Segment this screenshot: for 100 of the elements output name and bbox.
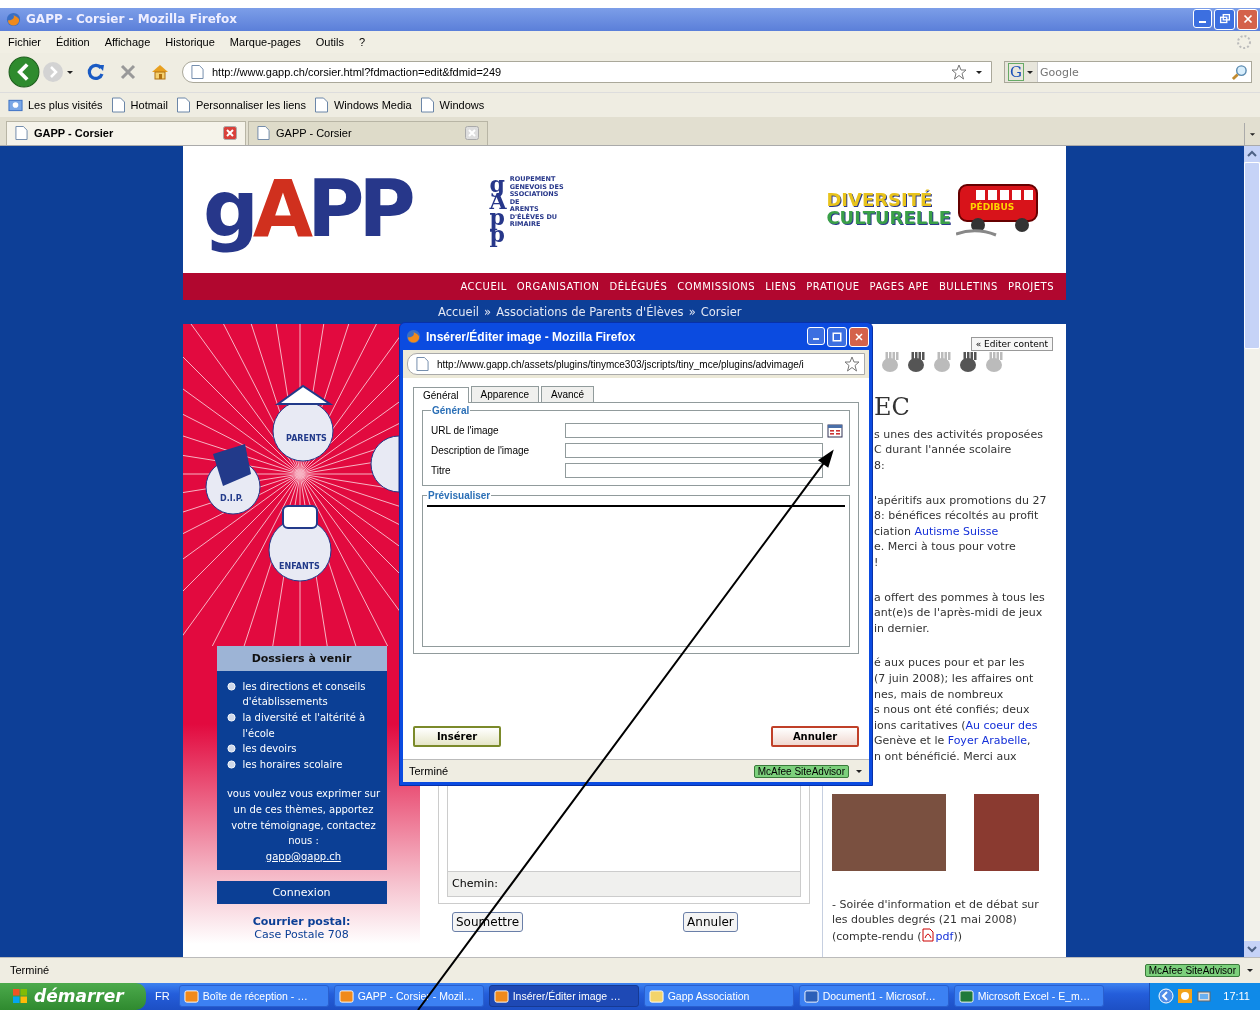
bookmark-link[interactable]: Windows Media xyxy=(333,98,412,111)
browser-tab[interactable]: GAPP - Corsier xyxy=(248,120,488,145)
article-link[interactable]: Autisme Suisse xyxy=(914,524,999,538)
menu-item[interactable]: Fichier xyxy=(8,35,41,48)
close-tab-icon[interactable] xyxy=(223,126,237,141)
search-engine-button[interactable]: G xyxy=(1008,63,1024,82)
taskbar-button[interactable]: Boîte de réception - … xyxy=(178,985,329,1008)
cancel-button[interactable]: Annuler xyxy=(771,726,859,747)
siteadvisor-badge[interactable]: McAfee SiteAdvisor xyxy=(753,764,849,778)
page-icon xyxy=(313,96,329,113)
input-field[interactable] xyxy=(565,423,823,438)
dialog-tab[interactable]: Apparence xyxy=(470,386,539,402)
app-icon xyxy=(648,988,664,1004)
article-link[interactable]: Foyer Arabelle xyxy=(947,734,1028,748)
scroll-thumb[interactable] xyxy=(1244,161,1260,349)
article-line: s unes des activités proposées xyxy=(874,426,1044,443)
caret-icon[interactable] xyxy=(1026,68,1034,77)
taskbar-button[interactable]: Gapp Association xyxy=(643,985,794,1008)
menu-item[interactable]: ? xyxy=(358,35,366,48)
search-field[interactable]: G Google xyxy=(1004,61,1252,84)
browse-icon[interactable] xyxy=(827,422,843,439)
article-line: ! xyxy=(874,555,880,571)
clock-tray-icon[interactable] xyxy=(1177,988,1194,1005)
edit-content-button[interactable]: « Editer content xyxy=(970,336,1053,351)
article-link[interactable]: Au coeur des xyxy=(965,718,1038,732)
caret-icon[interactable] xyxy=(855,767,863,775)
bookmark-link[interactable]: Hotmail xyxy=(130,98,168,111)
restore-button[interactable] xyxy=(1214,8,1235,30)
nav-link[interactable]: PRATIQUE xyxy=(806,280,860,292)
breadcrumb-link[interactable]: Associations de Parents d'Élèves xyxy=(496,304,684,319)
address-bar[interactable]: http://www.gapp.ch/corsier.html?fdmaction=edit&fdmid=249 xyxy=(182,61,992,84)
logo-letters[interactable]: A xyxy=(252,164,308,255)
back-button[interactable] xyxy=(8,56,40,89)
article-line: s nous ont été confiés; deux xyxy=(874,702,1031,718)
bookmark-link[interactable]: Personnaliser les liens xyxy=(195,98,306,111)
input-field[interactable] xyxy=(565,463,823,478)
dialog-tab[interactable]: Général xyxy=(413,387,469,403)
reload-icon[interactable] xyxy=(86,62,106,83)
status-text: Terminé xyxy=(409,765,450,777)
firefox-icon xyxy=(6,11,21,27)
nav-link[interactable]: LIENS xyxy=(765,280,797,292)
menu-item[interactable]: Affichage xyxy=(104,35,151,48)
bookmark-link[interactable]: Les plus visités xyxy=(28,98,103,111)
editor-path-label: Chemin: xyxy=(447,870,801,897)
star-icon[interactable] xyxy=(844,356,860,372)
home-icon[interactable] xyxy=(150,62,170,83)
taskbar-button[interactable]: Microsoft Excel - E_m… xyxy=(953,985,1104,1008)
nav-link[interactable]: PAGES APE xyxy=(869,280,929,292)
nav-link[interactable]: ORGANISATION xyxy=(516,280,600,292)
network-tray-icon[interactable] xyxy=(1196,988,1213,1005)
postal-title: Courrier postal: xyxy=(252,915,351,929)
clock: 17:11 xyxy=(1223,990,1250,1003)
minimize-button[interactable] xyxy=(1193,8,1212,28)
dialog-address-bar[interactable]: http://www.gapp.ch/assets/plugins/tinymce303/jscripts/tiny_mce/plugins/advimage/i xyxy=(407,353,865,375)
menu-item[interactable]: Outils xyxy=(315,35,344,48)
form-button[interactable]: Annuler xyxy=(683,911,738,932)
star-icon[interactable] xyxy=(951,64,967,81)
browser-tab[interactable]: GAPP - Corsier xyxy=(6,120,246,145)
field-label: Description de l'image xyxy=(431,445,531,456)
breadcrumb-link[interactable]: Accueil xyxy=(438,304,480,319)
maximize-icon xyxy=(831,330,843,343)
caret-icon[interactable] xyxy=(1246,966,1254,975)
maximize-button[interactable] xyxy=(827,326,847,347)
insert-button[interactable]: Insérer xyxy=(413,726,501,747)
taskbar-button[interactable]: Document1 - Microsof… xyxy=(798,985,949,1008)
minimize-button[interactable] xyxy=(807,326,825,345)
close-button[interactable] xyxy=(849,326,869,347)
sidebar-item[interactable]: les devoirs xyxy=(242,741,297,757)
menu-item[interactable]: Édition xyxy=(56,35,90,48)
bookmark-link[interactable]: Windows xyxy=(439,98,485,111)
sidebar-item[interactable]: les horaires scolaire xyxy=(242,756,343,773)
scrollbar[interactable] xyxy=(1244,145,1260,957)
menu-item[interactable]: Marque-pages xyxy=(229,35,301,48)
breadcrumb-link[interactable]: Corsier xyxy=(700,304,742,319)
bus-label: PÉDIBUS xyxy=(970,202,1015,213)
close-tab-icon[interactable] xyxy=(465,126,479,141)
taskbar-button[interactable]: Insérer/Éditer image … xyxy=(488,985,639,1008)
nav-link[interactable]: PROJETS xyxy=(1007,280,1054,292)
siteadvisor-badge[interactable]: McAfee SiteAdvisor xyxy=(1144,964,1240,977)
caret-icon[interactable] xyxy=(975,68,983,77)
nav-link[interactable]: COMMISSIONS xyxy=(677,280,756,292)
page-icon xyxy=(15,125,28,142)
logo-letters[interactable]: g xyxy=(203,164,253,255)
nav-link[interactable]: DÉLÉGUÉS xyxy=(609,280,668,292)
app-icon xyxy=(803,988,819,1004)
search-icon[interactable] xyxy=(1231,63,1248,81)
input-field[interactable] xyxy=(565,443,823,458)
language-indicator[interactable]: FR xyxy=(155,990,170,1003)
article-line: 'apéritifs aux promotions du 27 xyxy=(874,492,1048,509)
nav-link[interactable]: ACCUEIL xyxy=(460,280,507,292)
menu-item[interactable]: Historique xyxy=(165,35,215,48)
close-button[interactable] xyxy=(1237,8,1258,30)
history-caret-icon[interactable] xyxy=(66,68,74,77)
login-button[interactable]: Connexion xyxy=(216,881,387,905)
article-link[interactable]: pdf xyxy=(935,929,954,943)
dialog-tab[interactable]: Avancé xyxy=(540,386,595,402)
start-button[interactable]: démarrer xyxy=(0,982,146,1010)
nav-link[interactable]: BULLETINS xyxy=(938,280,998,292)
scroll-down-icon[interactable] xyxy=(1244,941,1260,957)
email-link[interactable]: gapp@gapp.ch xyxy=(265,850,342,862)
